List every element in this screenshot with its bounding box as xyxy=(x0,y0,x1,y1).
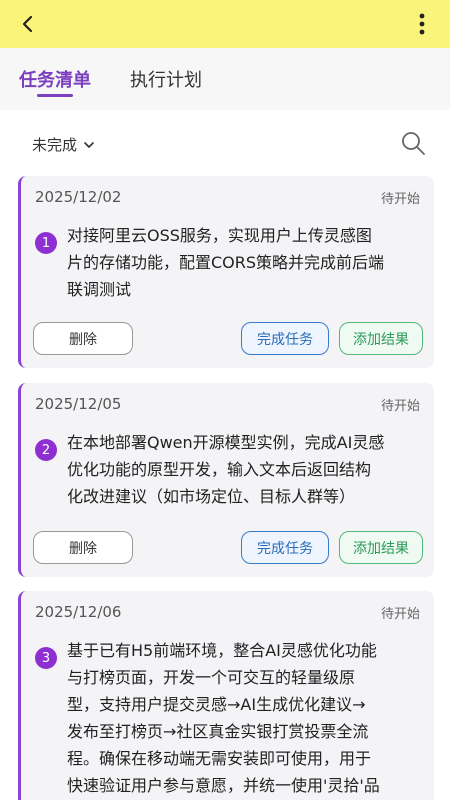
task-number-badge: 1 xyxy=(35,232,57,254)
search-icon[interactable] xyxy=(400,130,426,156)
task-number-badge: 2 xyxy=(35,439,57,461)
delete-button[interactable]: 删除 xyxy=(33,322,133,355)
complete-task-button[interactable]: 完成任务 xyxy=(241,322,329,355)
status-badge: 待开始 xyxy=(380,399,420,414)
status-filter-dropdown[interactable]: 未完成 xyxy=(32,134,95,155)
task-description: 在本地部署Qwen开源模型实例，完成AI灵感 优化功能的原型开发，输入文本后返回… xyxy=(67,433,385,506)
task-date: 2025/12/05 xyxy=(35,395,122,413)
more-vertical-icon xyxy=(419,13,425,35)
tab-task-list[interactable]: 任务清单 xyxy=(19,66,91,92)
task-date: 2025/12/06 xyxy=(35,603,122,621)
task-date: 2025/12/02 xyxy=(35,188,122,206)
add-result-button[interactable]: 添加结果 xyxy=(339,322,423,355)
task-description: 基于已有H5前端环境，整合AI灵感优化功能 与打榜页面，开发一个可交互的轻量级原… xyxy=(67,641,380,795)
task-card[interactable]: 2025/12/02 待开始 1 对接阿里云OSS服务，实现用户上传灵感图 片的… xyxy=(18,176,434,368)
more-options-button[interactable] xyxy=(408,10,436,38)
top-app-bar xyxy=(0,0,450,48)
tab-bar: 任务清单 执行计划 xyxy=(0,48,450,110)
complete-task-button[interactable]: 完成任务 xyxy=(241,531,329,564)
task-description: 对接阿里云OSS服务，实现用户上传灵感图 片的存储功能，配置CORS策略并完成前… xyxy=(67,226,385,299)
status-badge: 待开始 xyxy=(380,607,420,622)
status-filter-value: 未完成 xyxy=(32,136,78,154)
tab-execution-plan[interactable]: 执行计划 xyxy=(130,66,202,92)
task-card[interactable]: 2025/12/05 待开始 2 在本地部署Qwen开源模型实例，完成AI灵感 … xyxy=(18,383,434,577)
back-button[interactable] xyxy=(14,10,42,38)
status-badge: 待开始 xyxy=(380,192,420,207)
chevron-left-icon xyxy=(22,15,33,33)
add-result-button[interactable]: 添加结果 xyxy=(339,531,423,564)
task-card[interactable]: 2025/12/06 待开始 3 基于已有H5前端环境，整合AI灵感优化功能 与… xyxy=(18,591,434,800)
delete-button[interactable]: 删除 xyxy=(33,531,133,564)
filter-bar: 未完成 xyxy=(0,110,450,176)
task-number-badge: 3 xyxy=(35,647,57,669)
active-tab-indicator xyxy=(37,94,73,97)
task-list: 2025/12/02 待开始 1 对接阿里云OSS服务，实现用户上传灵感图 片的… xyxy=(0,176,450,800)
chevron-down-icon xyxy=(84,141,94,148)
